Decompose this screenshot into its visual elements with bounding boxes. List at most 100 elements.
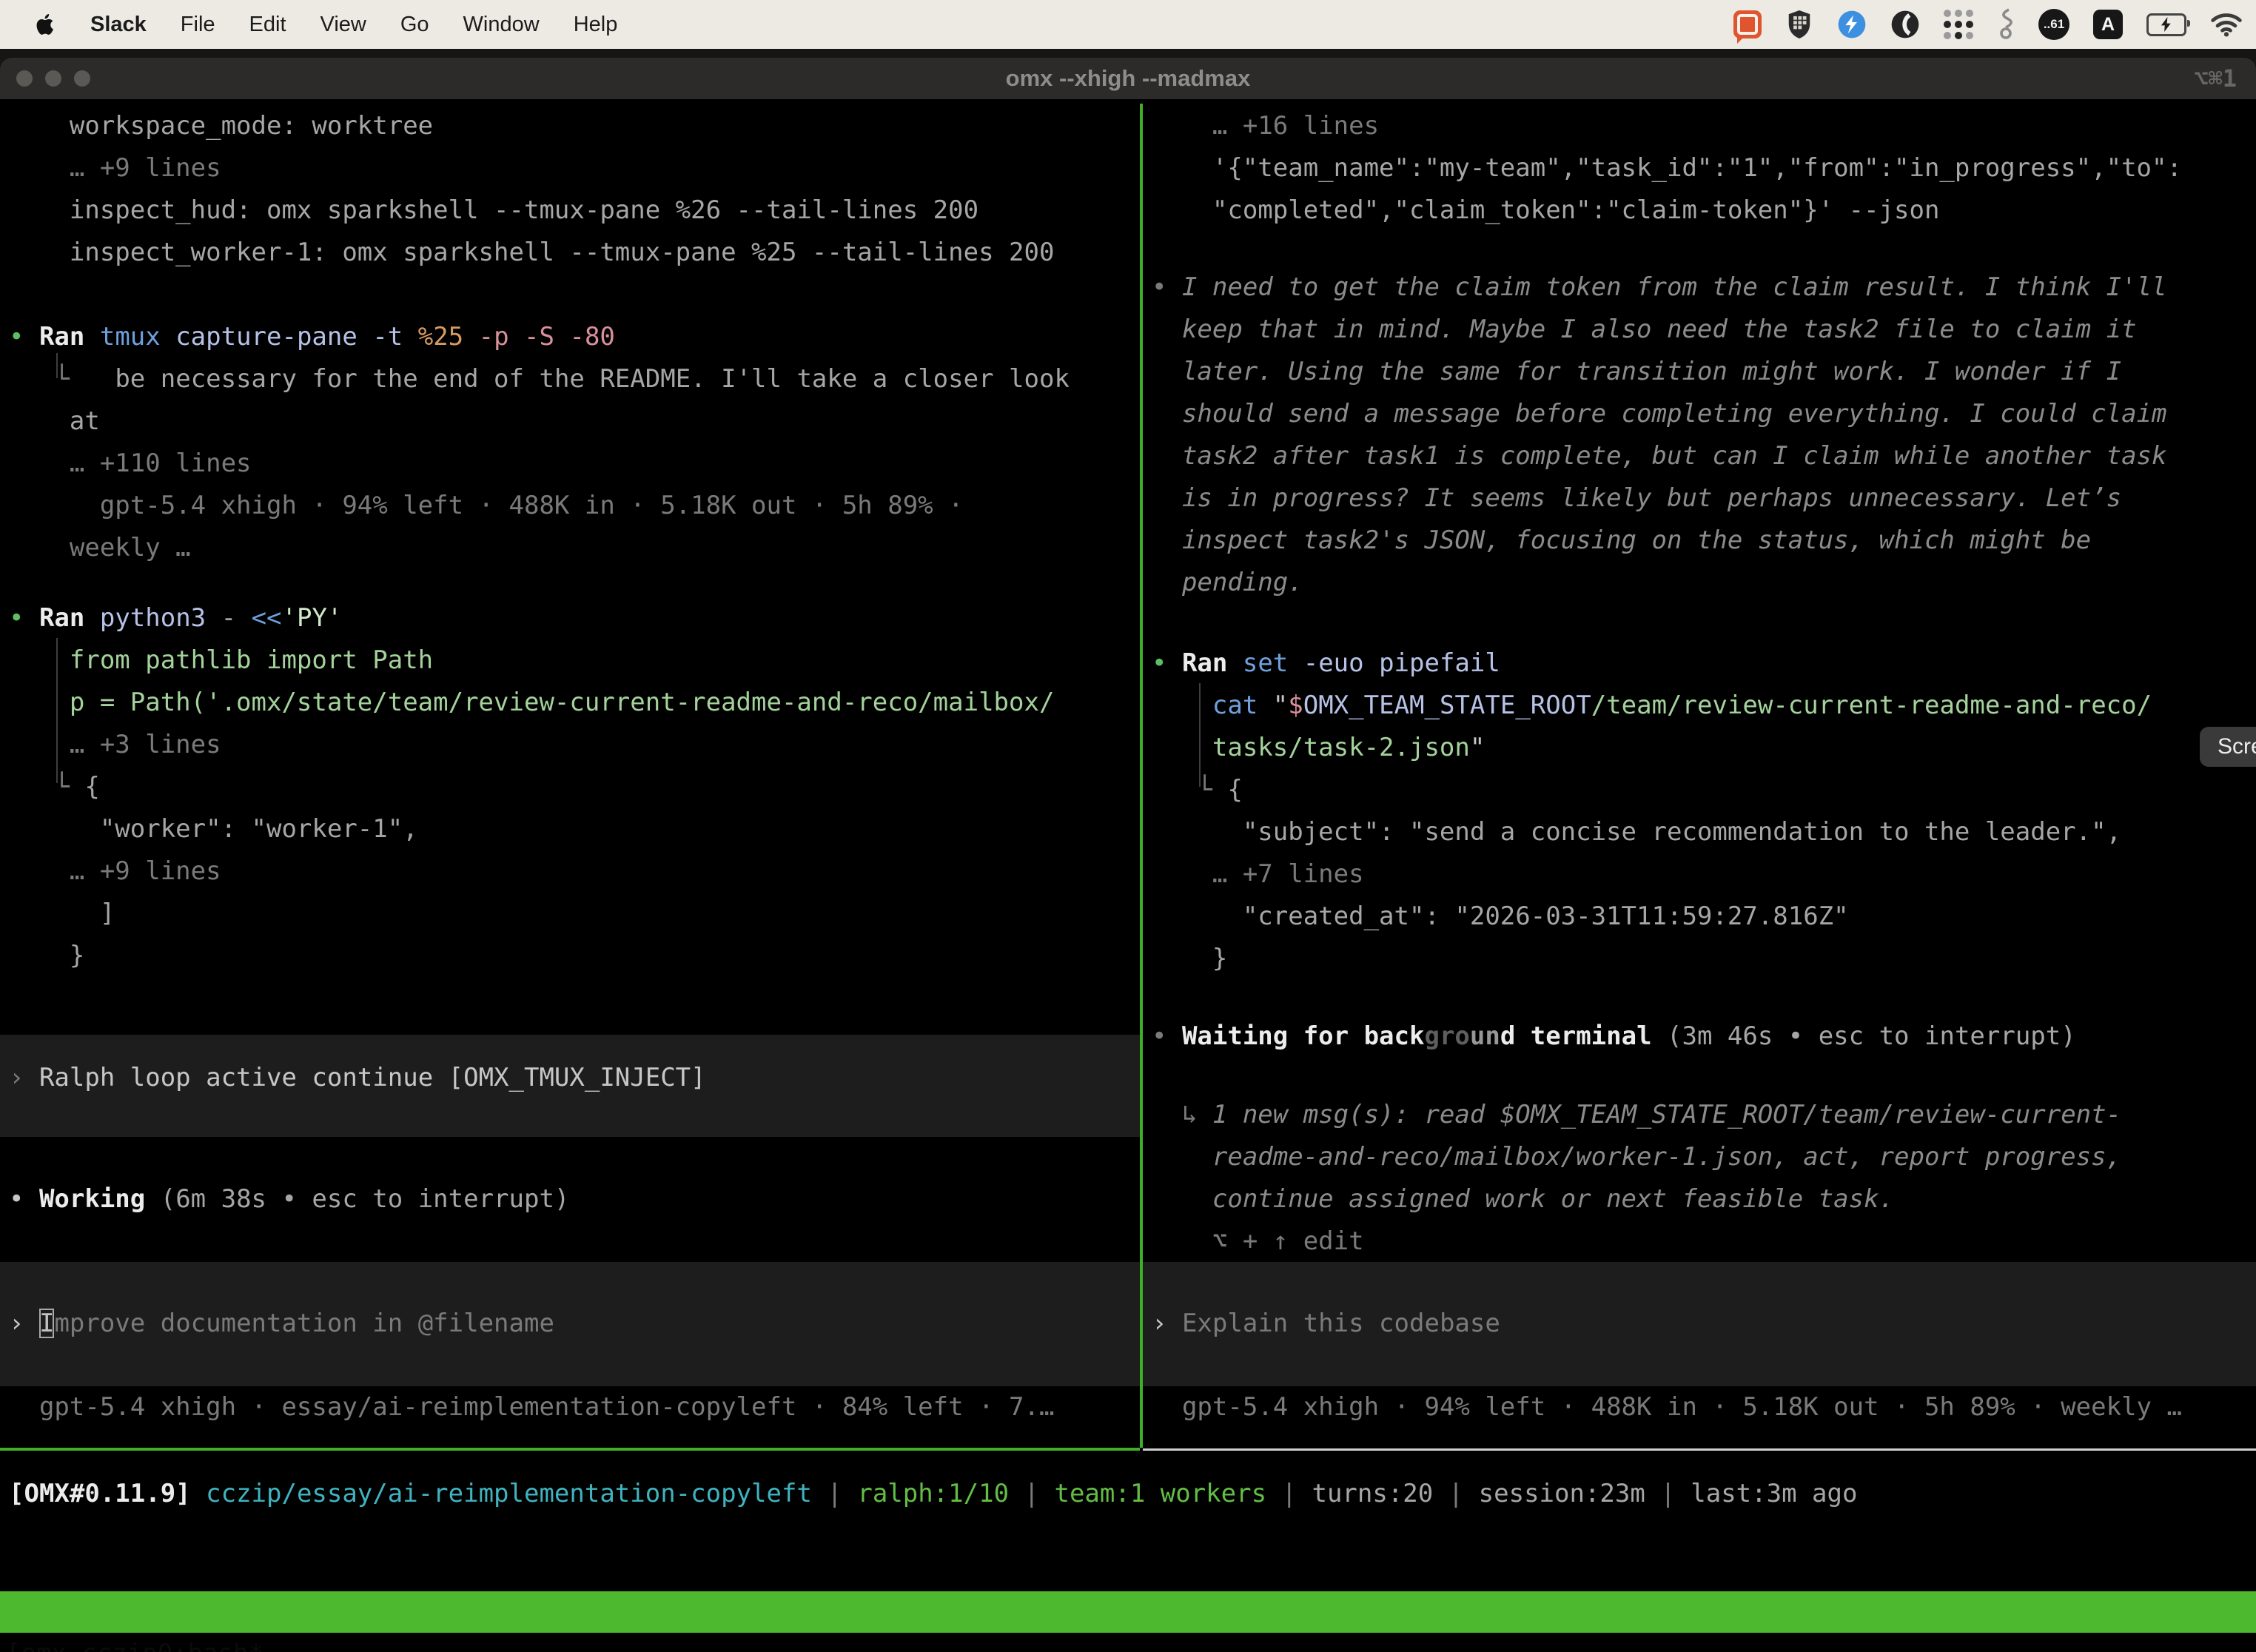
battery-icon[interactable] xyxy=(2146,13,2186,36)
menu-item-file[interactable]: File xyxy=(181,13,215,37)
terminal-line: task2 after task1 is complete, but can I… xyxy=(1152,435,2256,477)
terminal-line: "created_at": "2026-03-31T11:59:27.816Z" xyxy=(1152,896,2256,938)
terminal-line: • Ran set -euo pipefail xyxy=(1152,642,2256,685)
menu-bar: Slack File Edit View Go Window Help ..61 A xyxy=(0,0,2256,49)
output-block: gpt-5.4 xhigh · 94% left · 488K in · 5.1… xyxy=(1143,1386,2256,1428)
terminal-line: } xyxy=(9,935,1140,977)
dots-grid-icon[interactable] xyxy=(1944,10,1973,39)
window-shortcut-badge: ⌥⌘1 xyxy=(2194,64,2237,93)
terminal-line: readme-and-reco/mailbox/worker-1.json, a… xyxy=(1152,1136,2256,1178)
wifi-icon[interactable] xyxy=(2210,12,2243,37)
zoom-button[interactable] xyxy=(74,70,90,87)
terminal-line: weekly … xyxy=(9,527,1140,569)
terminal-line: '{"team_name":"my-team","task_id":"1","f… xyxy=(1152,147,2256,189)
terminal-line: should send a message before completing … xyxy=(1152,393,2256,435)
terminal-line: } xyxy=(1152,938,2256,980)
badge-text: ..61 xyxy=(2044,17,2064,32)
prompt-input[interactable]: › Improve documentation in @filename xyxy=(0,1262,1140,1386)
percent-badge-icon[interactable]: ..61 xyxy=(2038,9,2069,40)
terminal-line: • Ran python3 - <<'PY' xyxy=(9,597,1140,639)
terminal-line: › Ralph loop active continue [OMX_TMUX_I… xyxy=(9,1057,1140,1099)
terminal-line: continue assigned work or next feasible … xyxy=(1152,1178,2256,1220)
tmux-pane-right[interactable]: … +16 lines '{"team_name":"my-team","tas… xyxy=(1143,104,2256,1473)
terminal-line: later. Using the same for transition mig… xyxy=(1152,351,2256,393)
squiggle-icon[interactable] xyxy=(1997,8,2015,41)
terminal-line: … +9 lines xyxy=(9,147,1140,189)
input-source-icon[interactable]: A xyxy=(2093,10,2123,39)
terminal-line: gpt-5.4 xhigh · 94% left · 488K in · 5.1… xyxy=(9,485,1140,527)
output-block: ↳ 1 new msg(s): read $OMX_TEAM_STATE_ROO… xyxy=(1143,1094,2256,1263)
terminal-line: "subject": "send a concise recommendatio… xyxy=(1152,811,2256,853)
terminal-line: … +3 lines xyxy=(9,724,1140,766)
terminal-line: • Working (6m 38s • esc to interrupt) xyxy=(9,1178,1140,1220)
tree-guide-line xyxy=(56,638,58,783)
tree-guide-line xyxy=(56,353,58,378)
window-title: omx --xhigh --madmax xyxy=(1006,65,1251,92)
menu-item-help[interactable]: Help xyxy=(574,13,618,37)
terminal-window: omx --xhigh --madmax ⌥⌘1 workspace_mode:… xyxy=(0,58,2256,1652)
input-source-letter: A xyxy=(2101,14,2115,36)
terminal-line: ↳ 1 new msg(s): read $OMX_TEAM_STATE_ROO… xyxy=(1152,1094,2256,1136)
output-block: workspace_mode: worktree … +9 lines insp… xyxy=(0,105,1140,274)
output-block: • Ran set -euo pipefail cat "$OMX_TEAM_S… xyxy=(1143,642,2256,980)
tmux-pane-left[interactable]: workspace_mode: worktree … +9 lines insp… xyxy=(0,104,1140,1473)
terminal-line: inspect task2's JSON, focusing on the st… xyxy=(1152,520,2256,562)
terminal-line: gpt-5.4 xhigh · essay/ai-reimplementatio… xyxy=(9,1386,1140,1428)
tmux-session-label[interactable]: [omx-cczip0:bash* xyxy=(6,1633,263,1652)
menu-item-edit[interactable]: Edit xyxy=(249,13,286,37)
terminal-line: • I need to get the claim token from the… xyxy=(1152,266,2256,309)
output-block: • Ran tmux capture-pane -t %25 -p -S -80… xyxy=(0,316,1140,569)
terminal-line: inspect_hud: omx sparkshell --tmux-pane … xyxy=(9,189,1140,232)
omx-status-line: [OMX#0.11.9] cczip/essay/ai-reimplementa… xyxy=(9,1473,1857,1515)
terminal-line: … +110 lines xyxy=(9,443,1140,485)
menu-item-window[interactable]: Window xyxy=(463,13,540,37)
output-block: • Working (6m 38s • esc to interrupt) xyxy=(0,1178,1140,1220)
terminal-line: • Ran tmux capture-pane -t %25 -p -S -80 xyxy=(9,316,1140,358)
terminal-line: └ { xyxy=(9,766,1140,808)
output-block: … +16 lines '{"team_name":"my-team","tas… xyxy=(1143,105,2256,232)
title-bar: omx --xhigh --madmax ⌥⌘1 xyxy=(0,58,2256,99)
terminal-line: └ { xyxy=(1152,769,2256,811)
terminal-line: from pathlib import Path xyxy=(9,639,1140,682)
terminal-line: p = Path('.omx/state/team/review-current… xyxy=(9,682,1140,724)
menu-item-go[interactable]: Go xyxy=(400,13,429,37)
output-block: • Ran python3 - <<'PY' from pathlib impo… xyxy=(0,597,1140,977)
active-pane-border xyxy=(0,1448,1140,1451)
terminal-line: "completed","claim_token":"claim-token"}… xyxy=(1152,189,2256,232)
tree-guide-line xyxy=(1199,683,1201,787)
terminal-line: ] xyxy=(9,893,1140,935)
screen-overlay-tooltip: Scre xyxy=(2200,727,2256,767)
menu-item-slack[interactable]: Slack xyxy=(90,13,147,37)
terminal-line: ⌥ + ↑ edit xyxy=(1152,1220,2256,1263)
terminal-line: … +9 lines xyxy=(9,850,1140,893)
terminal-line: is in progress? It seems likely but perh… xyxy=(1152,477,2256,520)
ralph-loop-panel: › Ralph loop active continue [OMX_TMUX_I… xyxy=(0,1035,1140,1137)
terminal-line: › Explain this codebase xyxy=(1152,1303,2256,1345)
terminal-line: gpt-5.4 xhigh · 94% left · 488K in · 5.1… xyxy=(1152,1386,2256,1428)
terminal-line: workspace_mode: worktree xyxy=(9,105,1140,147)
close-button[interactable] xyxy=(16,70,33,87)
terminal-line: └ be necessary for the end of the README… xyxy=(9,358,1140,400)
chat-app-icon[interactable] xyxy=(1733,10,1762,38)
dark-arc-icon[interactable] xyxy=(1890,10,1920,39)
output-block: gpt-5.4 xhigh · essay/ai-reimplementatio… xyxy=(0,1386,1140,1428)
terminal-line: pending. xyxy=(1152,562,2256,604)
terminal-line: "worker": "worker-1", xyxy=(9,808,1140,850)
inactive-pane-border xyxy=(1143,1448,2256,1451)
minimize-button[interactable] xyxy=(45,70,61,87)
terminal-line: • Waiting for background terminal (3m 46… xyxy=(1152,1015,2256,1058)
output-block: • Waiting for background terminal (3m 46… xyxy=(1143,1015,2256,1058)
terminal-line: › Improve documentation in @filename xyxy=(9,1303,1140,1345)
spark-badge-icon[interactable] xyxy=(1837,10,1867,39)
apple-menu-icon[interactable] xyxy=(36,13,56,36)
terminal-line: keep that in mind. Maybe I also need the… xyxy=(1152,309,2256,351)
shield-grid-icon[interactable] xyxy=(1785,9,1813,40)
window-controls xyxy=(16,70,90,87)
menu-item-view[interactable]: View xyxy=(320,13,366,37)
terminal-line: at xyxy=(9,400,1140,443)
terminal-body[interactable]: workspace_mode: worktree … +9 lines insp… xyxy=(0,99,2256,1652)
output-block: • I need to get the claim token from the… xyxy=(1143,266,2256,604)
terminal-line: inspect_worker-1: omx sparkshell --tmux-… xyxy=(9,232,1140,274)
prompt-input[interactable]: › Explain this codebase xyxy=(1143,1262,2256,1386)
terminal-line: … +7 lines xyxy=(1152,853,2256,896)
